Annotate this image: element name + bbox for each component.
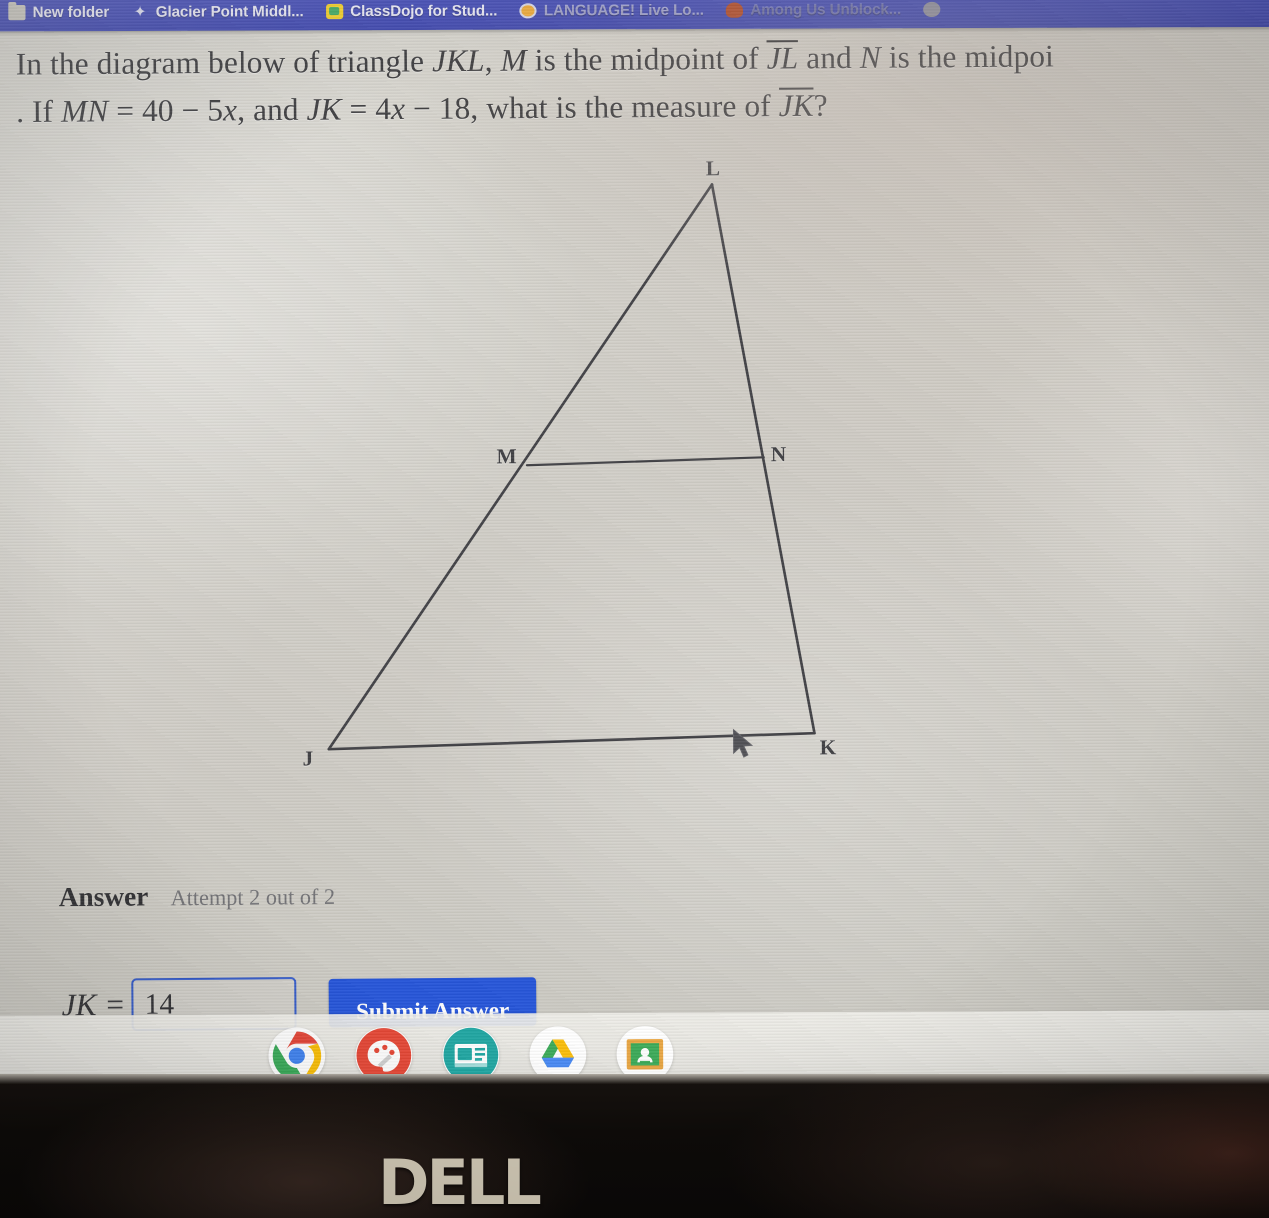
among-us-icon — [726, 1, 744, 18]
triangle-diagram: L M N J K — [0, 142, 1269, 800]
bookmark-label: ClassDojo for Stud... — [350, 1, 498, 20]
answer-section-header: Answer Attempt 2 out of 2 — [59, 880, 336, 914]
language-live-icon — [519, 2, 537, 18]
bookmark-among-us[interactable]: Among Us Unblock... — [719, 0, 908, 20]
bookmark-extra[interactable] — [916, 0, 955, 19]
laptop-screen: New folder ✦ Glacier Point Middl... Clas… — [0, 0, 1269, 1095]
site-icon — [923, 1, 941, 17]
segment-jl-overline: JL — [766, 40, 799, 76]
triangle-svg — [327, 183, 816, 751]
dell-brand-logo: DELL — [378, 1146, 542, 1218]
bezel-edge-highlight — [0, 1074, 1269, 1084]
question-line-1: In the diagram below of triangle JKL, M … — [15, 38, 1055, 82]
classdojo-icon — [325, 3, 344, 19]
laptop-bezel — [0, 1074, 1269, 1218]
browser-bookmarks-bar[interactable]: New folder ✦ Glacier Point Middl... Clas… — [0, 0, 1269, 32]
vertex-label-N: N — [770, 441, 787, 467]
vertex-label-L: L — [705, 156, 721, 181]
bookmark-label: Among Us Unblock... — [750, 0, 902, 19]
vertex-label-J: J — [302, 746, 314, 771]
bookmark-language-live[interactable]: LANGUAGE! Live Lo... — [513, 0, 711, 21]
mouse-arrow-cursor — [731, 728, 758, 762]
segment-mn — [525, 456, 765, 467]
bookmark-label: New folder — [32, 3, 110, 21]
attempt-counter: Attempt 2 out of 2 — [170, 883, 336, 911]
question-line-2: . If MN = 40 − 5x, and JK = 4x − 18, wha… — [16, 87, 828, 130]
question-text: In the diagram below of triangle JKL, M … — [16, 30, 1269, 135]
vertex-label-M: M — [496, 444, 517, 469]
bookmark-classdojo[interactable]: ClassDojo for Stud... — [319, 0, 505, 22]
bookmark-site-icon: ✦ — [133, 2, 147, 21]
vertex-label-K: K — [819, 735, 837, 760]
folder-icon — [8, 4, 26, 20]
answer-title: Answer — [58, 881, 149, 913]
bookmark-label: LANGUAGE! Live Lo... — [543, 1, 704, 19]
bookmark-new-folder[interactable]: New folder — [1, 1, 116, 23]
photo-of-laptop-screen: New folder ✦ Glacier Point Middl... Clas… — [0, 0, 1269, 1218]
bookmark-label: Glacier Point Middl... — [155, 2, 304, 21]
bookmark-glacier-point[interactable]: ✦ Glacier Point Middl... — [124, 0, 310, 22]
segment-jk-overline: JK — [778, 87, 814, 124]
segment-jl — [327, 183, 714, 751]
